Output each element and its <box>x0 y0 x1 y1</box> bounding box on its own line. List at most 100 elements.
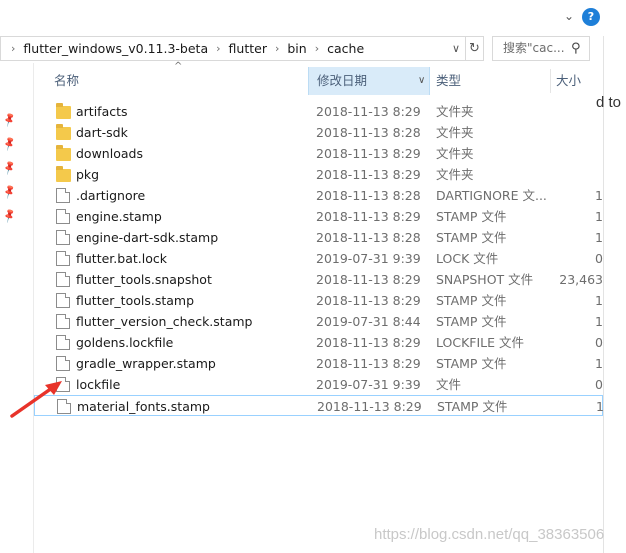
file-row[interactable]: dart-sdk 2018-11-13 8:28 文件夹 <box>34 122 603 143</box>
file-date: 2018-11-13 8:29 <box>316 167 421 182</box>
file-icon <box>56 251 70 266</box>
file-row[interactable]: downloads 2018-11-13 8:29 文件夹 <box>34 143 603 164</box>
pin-icon[interactable]: 📌 <box>2 209 18 225</box>
breadcrumb: › flutter_windows_v0.11.3-beta › flutter… <box>5 37 366 60</box>
file-type: LOCKFILE 文件 <box>436 335 524 350</box>
breadcrumb-separator-icon[interactable]: › <box>309 42 325 55</box>
file-name: flutter_tools.snapshot <box>76 272 212 287</box>
file-size: 0 <box>595 377 603 392</box>
folder-icon <box>56 103 71 119</box>
file-date: 2018-11-13 8:28 <box>316 230 421 245</box>
file-row[interactable]: flutter_version_check.stamp 2019-07-31 8:… <box>34 311 603 332</box>
breadcrumb-item[interactable]: flutter_windows_v0.11.3-beta <box>21 41 210 56</box>
file-list: artifacts 2018-11-13 8:29 文件夹 dart-sdk 2018-… <box>34 101 604 416</box>
file-row[interactable]: pkg 2018-11-13 8:29 文件夹 <box>34 164 603 185</box>
file-date: 2018-11-13 8:29 <box>317 399 422 414</box>
file-type: LOCK 文件 <box>436 251 499 266</box>
column-header-size[interactable]: 大小 <box>556 67 603 95</box>
file-row[interactable]: gradle_wrapper.stamp 2018-11-13 8:29 STAMP… <box>34 353 603 374</box>
breadcrumb-item[interactable]: flutter <box>227 41 269 56</box>
file-date: 2018-11-13 8:29 <box>316 146 421 161</box>
file-name: dart-sdk <box>76 125 128 140</box>
column-header-type[interactable]: 类型 <box>436 67 546 95</box>
file-name: engine-dart-sdk.stamp <box>76 230 219 245</box>
file-icon <box>56 272 70 287</box>
column-header-date-label: 修改日期 <box>317 73 368 88</box>
column-header-date[interactable]: 修改日期 <box>308 67 430 95</box>
search-input[interactable]: 搜索"cac... ⚲ <box>492 36 590 61</box>
file-date: 2018-11-13 8:29 <box>316 356 421 371</box>
file-name: pkg <box>76 167 100 182</box>
file-size <box>558 164 603 185</box>
watermark: https://blog.csdn.net/qq_38363506 <box>374 526 605 543</box>
file-name: gradle_wrapper.stamp <box>76 356 216 371</box>
file-name: lockfile <box>76 377 121 392</box>
breadcrumb-leading-separator-icon[interactable]: › <box>5 42 21 55</box>
file-row[interactable]: engine.stamp 2018-11-13 8:29 STAMP 文件 1 <box>34 206 603 227</box>
folder-icon <box>56 124 71 140</box>
file-size <box>558 101 603 122</box>
search-icon[interactable]: ⚲ <box>571 37 581 60</box>
file-row[interactable]: lockfile 2019-07-31 9:39 文件 0 <box>34 374 603 395</box>
file-type: DARTIGNORE 文... <box>436 188 547 203</box>
file-name: material_fonts.stamp <box>77 399 210 414</box>
address-history-chevron-down-icon[interactable]: ∨ <box>447 37 465 60</box>
breadcrumb-item[interactable]: cache <box>325 41 366 56</box>
file-size: 0 <box>595 251 603 266</box>
file-date: 2018-11-13 8:29 <box>316 104 421 119</box>
file-icon <box>56 314 70 329</box>
file-type: 文件夹 <box>436 146 474 161</box>
pin-icon[interactable]: 📌 <box>2 113 18 129</box>
file-date: 2018-11-13 8:29 <box>316 272 421 287</box>
file-row[interactable]: flutter_tools.snapshot 2018-11-13 8:29 SNA… <box>34 269 603 290</box>
column-headers: ^ 名称 修改日期 ∨ 类型 大小 <box>34 61 603 95</box>
file-size: 0 <box>595 335 603 350</box>
navigation-pane[interactable]: 📌 📌 📌 📌 📌 <box>0 63 34 553</box>
file-date: 2018-11-13 8:28 <box>316 188 421 203</box>
column-divider[interactable] <box>550 69 551 93</box>
file-size: 1 <box>595 293 603 308</box>
file-row[interactable]: .dartignore 2018-11-13 8:28 DARTIGNORE 文..… <box>34 185 603 206</box>
help-icon[interactable]: ? <box>582 8 600 26</box>
breadcrumb-separator-icon[interactable]: › <box>210 42 226 55</box>
file-date: 2018-11-13 8:29 <box>316 209 421 224</box>
folder-icon <box>56 145 71 161</box>
file-type: 文件夹 <box>436 167 474 182</box>
address-bar[interactable]: › flutter_windows_v0.11.3-beta › flutter… <box>0 36 466 61</box>
file-row[interactable]: material_fonts.stamp 2018-11-13 8:29 STAMP… <box>34 395 604 416</box>
window-top-bar: ⌄ ? <box>0 0 626 36</box>
file-row[interactable]: flutter_tools.stamp 2018-11-13 8:29 STAMP … <box>34 290 603 311</box>
file-row[interactable]: engine-dart-sdk.stamp 2018-11-13 8:28 STAM… <box>34 227 603 248</box>
pin-icon[interactable]: 📌 <box>2 161 18 177</box>
file-type: STAMP 文件 <box>436 356 507 371</box>
file-size: 1 <box>595 188 603 203</box>
file-icon <box>56 293 70 308</box>
file-type: STAMP 文件 <box>437 399 508 414</box>
breadcrumb-item[interactable]: bin <box>285 41 308 56</box>
file-row[interactable]: artifacts 2018-11-13 8:29 文件夹 <box>34 101 603 122</box>
file-size <box>558 143 603 164</box>
file-type: SNAPSHOT 文件 <box>436 272 534 287</box>
file-type: 文件夹 <box>436 125 474 140</box>
file-type: STAMP 文件 <box>436 230 507 245</box>
refresh-icon[interactable]: ↻ <box>466 36 484 61</box>
column-filter-chevron-down-icon[interactable]: ∨ <box>418 67 425 95</box>
pin-icon[interactable]: 📌 <box>2 185 18 201</box>
breadcrumb-separator-icon[interactable]: › <box>269 42 285 55</box>
pin-icon[interactable]: 📌 <box>2 137 18 153</box>
file-size: 1 <box>595 230 603 245</box>
file-name: .dartignore <box>76 188 146 203</box>
column-header-name[interactable]: 名称 <box>54 67 304 95</box>
file-date: 2019-07-31 9:39 <box>316 377 421 392</box>
file-icon <box>56 230 70 245</box>
file-type: STAMP 文件 <box>436 209 507 224</box>
folder-icon <box>56 166 71 182</box>
file-row[interactable]: goldens.lockfile 2018-11-13 8:29 LOCKFILE … <box>34 332 603 353</box>
file-icon <box>56 335 70 350</box>
file-type: STAMP 文件 <box>436 293 507 308</box>
file-size: 1 <box>595 314 603 329</box>
file-row[interactable]: flutter.bat.lock 2019-07-31 9:39 LOCK 文件 0 <box>34 248 603 269</box>
file-name: artifacts <box>76 104 128 119</box>
file-date: 2018-11-13 8:29 <box>316 293 421 308</box>
ribbon-expand-chevron-icon[interactable]: ⌄ <box>562 9 576 23</box>
